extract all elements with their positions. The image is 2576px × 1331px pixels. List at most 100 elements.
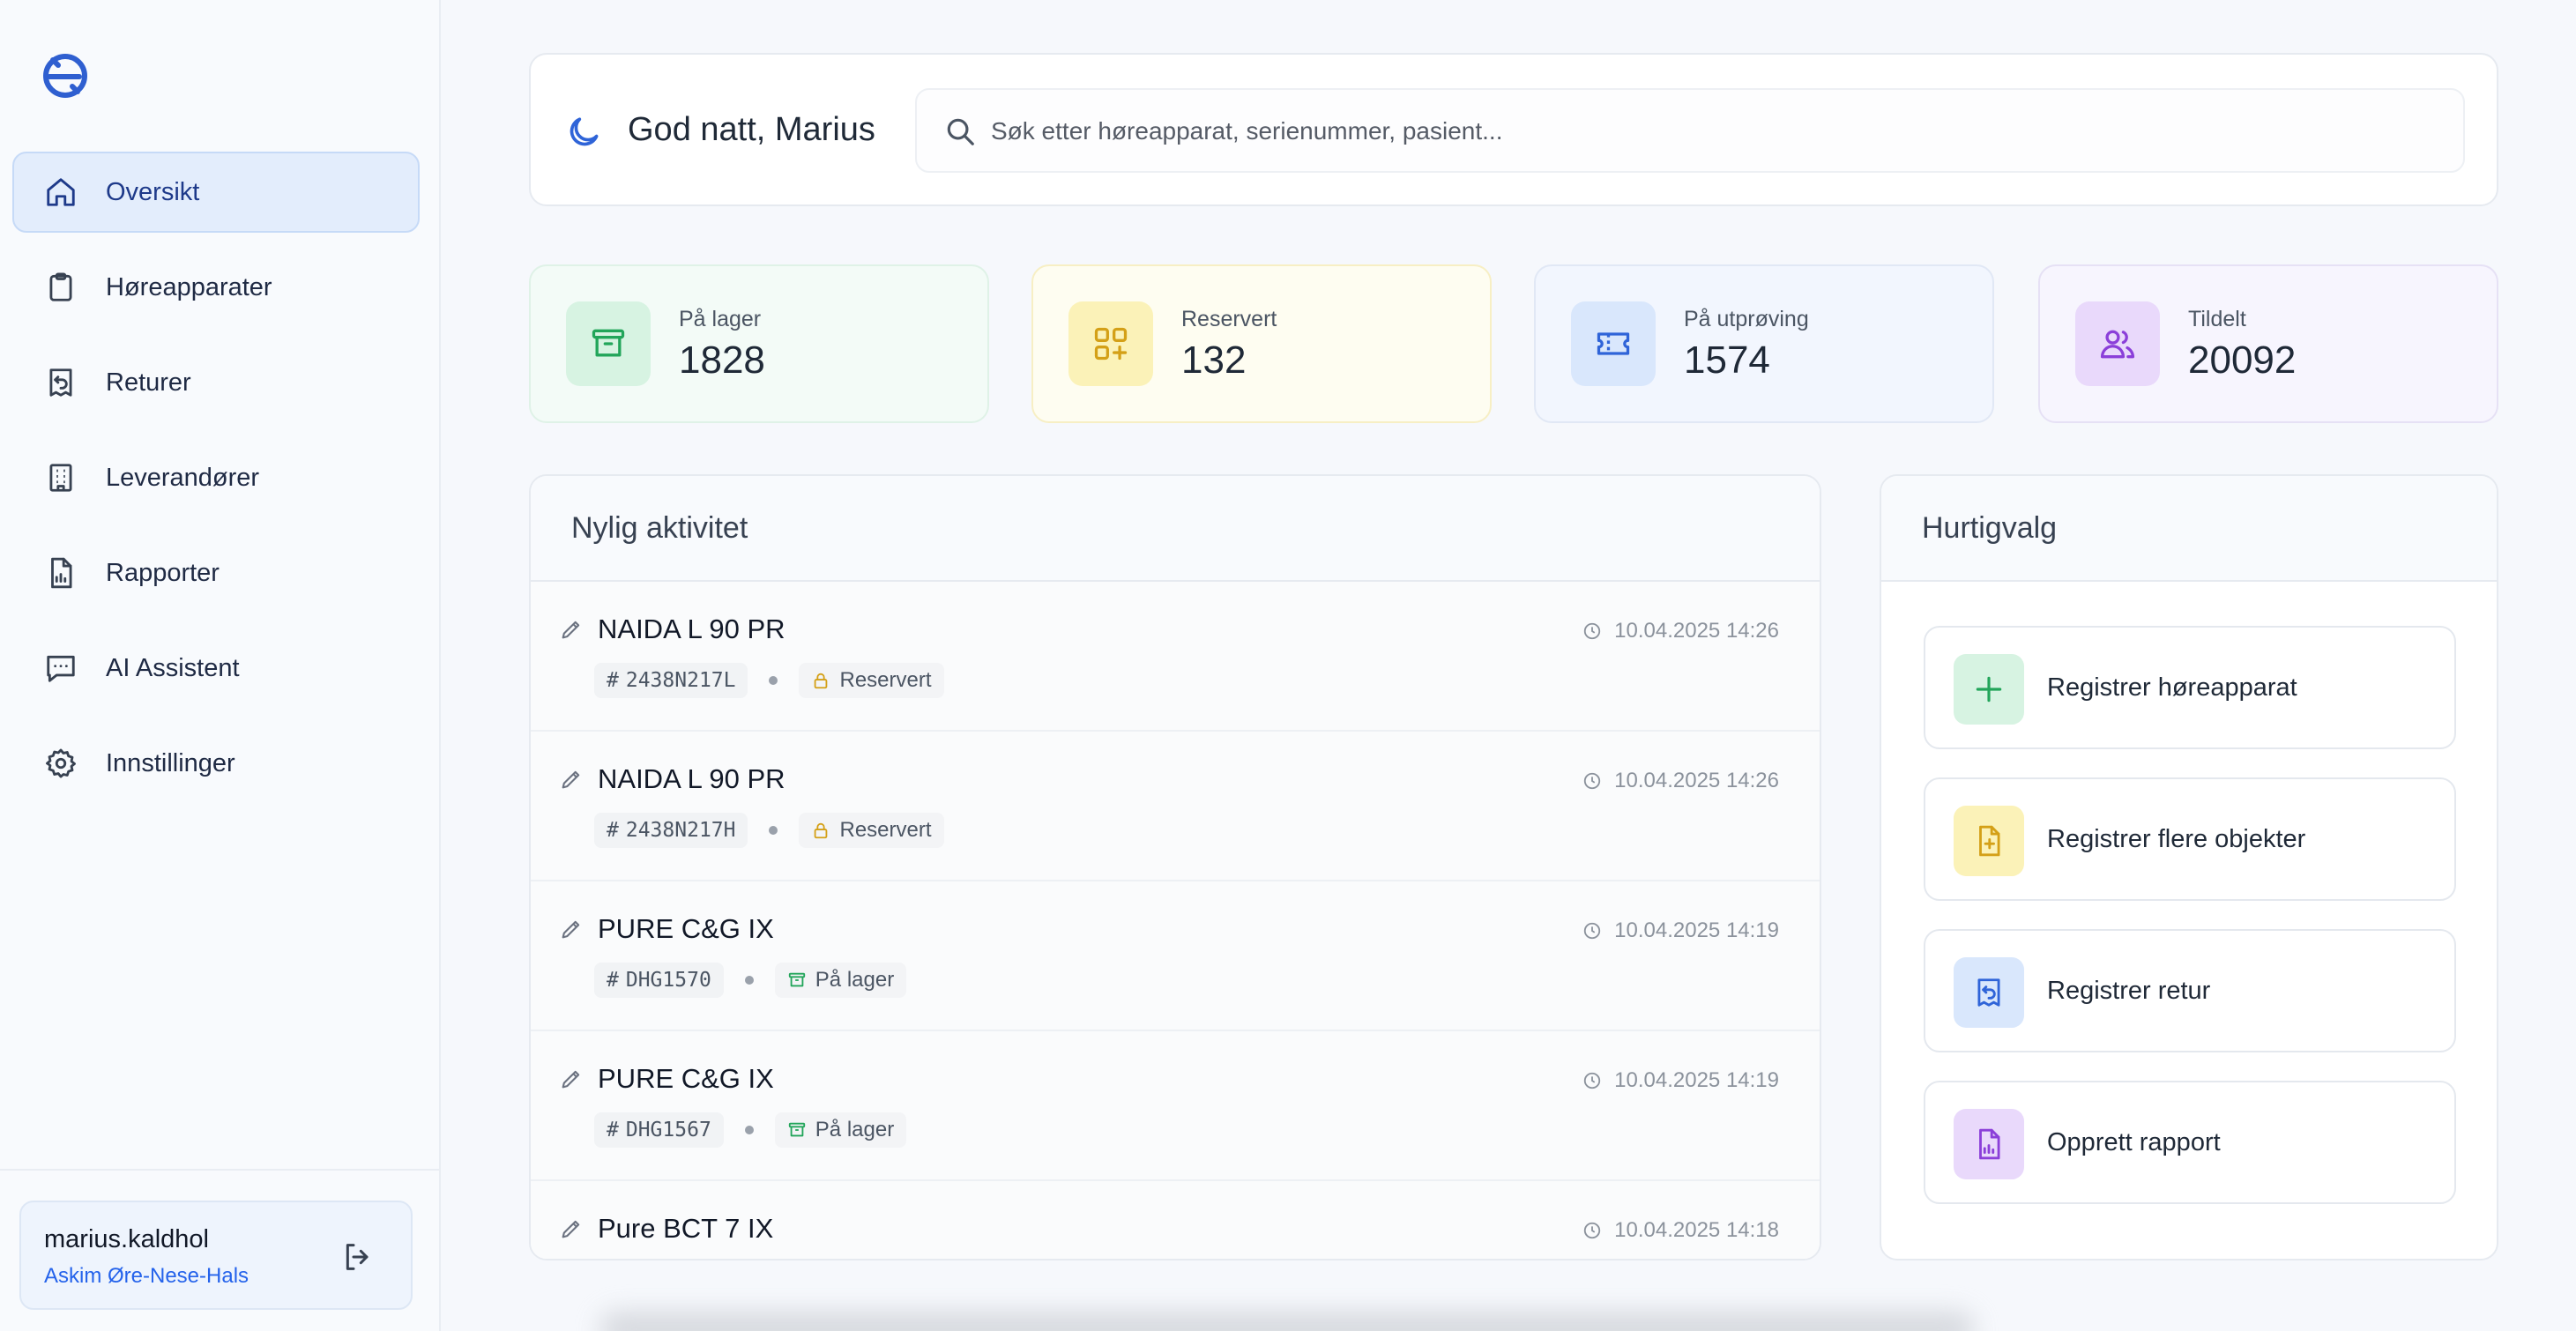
activity-meta: # DHG1567 På lager: [594, 1112, 907, 1148]
chat-icon: [44, 651, 78, 685]
separator-dot: [769, 676, 778, 685]
timestamp: 10.04.2025 14:26: [1614, 619, 1779, 643]
stat-label: Tildelt: [2188, 307, 2246, 331]
stat-value: 1828: [679, 338, 765, 382]
file-chart-icon: [44, 556, 78, 590]
file-plus-icon: [1954, 806, 2024, 876]
users-icon: [2075, 301, 2160, 386]
archive-icon: [788, 1122, 805, 1137]
stat-value: 20092: [2188, 338, 2297, 382]
register-return-button[interactable]: Registrer retur: [1924, 929, 2456, 1052]
panel-title: Nylig aktivitet: [531, 476, 1820, 582]
ticket-icon: [1571, 301, 1656, 386]
file-chart-icon: [1954, 1109, 2024, 1179]
pencil-icon: [559, 1216, 584, 1241]
stat-label: På lager: [679, 307, 762, 331]
register-hearing-aid-button[interactable]: Registrer høreapparat: [1924, 626, 2456, 749]
status-label: Reservert: [839, 818, 932, 842]
sidebar-item-rapporter[interactable]: Rapporter: [12, 532, 420, 613]
timestamp: 10.04.2025 14:18: [1614, 1218, 1779, 1242]
sidebar-item-label: Høreapparater: [106, 272, 272, 301]
activity-time: 10.04.2025 14:26: [1582, 769, 1779, 793]
gear-icon: [44, 747, 78, 780]
quick-action-label: Opprett rapport: [2047, 1128, 2221, 1156]
status-badge: Reservert: [799, 813, 944, 848]
activity-row[interactable]: NAIDA L 90 PR 10.04.2025 14:26 # 2438N21…: [531, 732, 1820, 881]
pencil-icon: [559, 1067, 584, 1091]
sidebar-item-horeapparater[interactable]: Høreapparater: [12, 247, 420, 328]
device-name: Pure BCT 7 IX: [598, 1213, 774, 1244]
sidebar-item-label: AI Assistent: [106, 653, 240, 682]
lock-icon: [815, 822, 828, 839]
shapes-icon: [1068, 301, 1153, 386]
create-report-button[interactable]: Opprett rapport: [1924, 1081, 2456, 1204]
user-name: marius.kaldhol: [44, 1225, 209, 1253]
device-name: PURE C&G IX: [598, 1063, 774, 1094]
user-card: marius.kaldhol Askim Øre-Nese-Hals: [19, 1201, 413, 1310]
serial-badge: # 2438N217H: [594, 813, 748, 848]
lock-icon: [815, 673, 828, 689]
header-card: God natt, Marius: [529, 53, 2498, 206]
stat-card-reservert[interactable]: Reservert 132: [1031, 264, 1492, 423]
pencil-icon: [559, 617, 584, 642]
quick-action-label: Registrer flere objekter: [2047, 825, 2306, 853]
quick-action-label: Registrer høreapparat: [2047, 673, 2297, 702]
panel-title: Hurtigvalg: [1881, 476, 2497, 582]
activity-meta: # 2438N217L Reservert: [594, 663, 944, 698]
archive-icon: [788, 972, 805, 987]
serial-badge: # DHG1570: [594, 963, 724, 998]
clipboard-icon: [44, 271, 78, 304]
sidebar-nav: Oversikt Høreapparater Returer Leverandø…: [12, 152, 420, 818]
receipt-return-icon: [44, 366, 78, 399]
activity-row[interactable]: Pure BCT 7 IX 10.04.2025 14:18: [531, 1181, 1820, 1259]
stat-card-pa-utproving[interactable]: På utprøving 1574: [1534, 264, 1994, 423]
clock-icon: [1583, 1222, 1601, 1239]
app-logo-icon[interactable]: [39, 49, 92, 102]
stat-value: 1574: [1684, 338, 1770, 382]
sidebar-item-innstillinger[interactable]: Innstillinger: [12, 723, 420, 804]
status-badge: På lager: [774, 963, 907, 998]
clock-icon: [1583, 1072, 1601, 1089]
receipt-return-icon: [1954, 957, 2024, 1028]
stat-card-tildelt[interactable]: Tildelt 20092: [2038, 264, 2498, 423]
clock-icon: [1583, 622, 1601, 640]
stat-label: På utprøving: [1684, 307, 1809, 331]
status-label: Reservert: [839, 668, 932, 692]
archive-icon: [566, 301, 651, 386]
clock-icon: [1583, 922, 1601, 940]
register-multiple-objects-button[interactable]: Registrer flere objekter: [1924, 777, 2456, 901]
status-badge: Reservert: [799, 663, 944, 698]
quick-action-label: Registrer retur: [2047, 977, 2211, 1005]
pencil-icon: [559, 767, 584, 792]
stat-value: 132: [1181, 338, 1247, 382]
device-name: PURE C&G IX: [598, 913, 774, 944]
search-input[interactable]: [991, 108, 2419, 155]
separator-dot: [744, 976, 754, 985]
activity-row[interactable]: NAIDA L 90 PR 10.04.2025 14:26 # 2438N21…: [531, 582, 1820, 732]
logout-icon[interactable]: [340, 1239, 376, 1275]
sidebar-item-label: Leverandører: [106, 463, 260, 492]
sidebar-item-label: Rapporter: [106, 558, 220, 587]
moon-icon: [564, 113, 603, 152]
sidebar-item-label: Innstillinger: [106, 748, 235, 777]
status-label: På lager: [815, 968, 895, 992]
serial-badge: # DHG1567: [594, 1112, 724, 1148]
stat-card-pa-lager[interactable]: På lager 1828: [529, 264, 989, 423]
sidebar-item-leverandorer[interactable]: Leverandører: [12, 437, 420, 518]
sidebar-item-ai-assistent[interactable]: AI Assistent: [12, 628, 420, 709]
sidebar-item-returer[interactable]: Returer: [12, 342, 420, 423]
scroll-shadow: [599, 1312, 1975, 1331]
activity-row[interactable]: PURE C&G IX 10.04.2025 14:19 # DHG1567 P…: [531, 1031, 1820, 1181]
activity-time: 10.04.2025 14:18: [1582, 1218, 1779, 1243]
pencil-icon: [559, 917, 584, 941]
sidebar-footer: marius.kaldhol Askim Øre-Nese-Hals: [0, 1169, 439, 1331]
recent-activity-panel: Nylig aktivitet NAIDA L 90 PR 10.04.2025…: [529, 474, 1821, 1260]
user-organization: Askim Øre-Nese-Hals: [44, 1264, 249, 1288]
sidebar-item-oversikt[interactable]: Oversikt: [12, 152, 420, 233]
activity-row[interactable]: PURE C&G IX 10.04.2025 14:19 # DHG1570 P…: [531, 881, 1820, 1031]
timestamp: 10.04.2025 14:26: [1614, 769, 1779, 792]
stat-label: Reservert: [1181, 307, 1277, 331]
device-name: NAIDA L 90 PR: [598, 763, 785, 794]
plus-icon: [1954, 654, 2024, 725]
timestamp: 10.04.2025 14:19: [1614, 918, 1779, 942]
